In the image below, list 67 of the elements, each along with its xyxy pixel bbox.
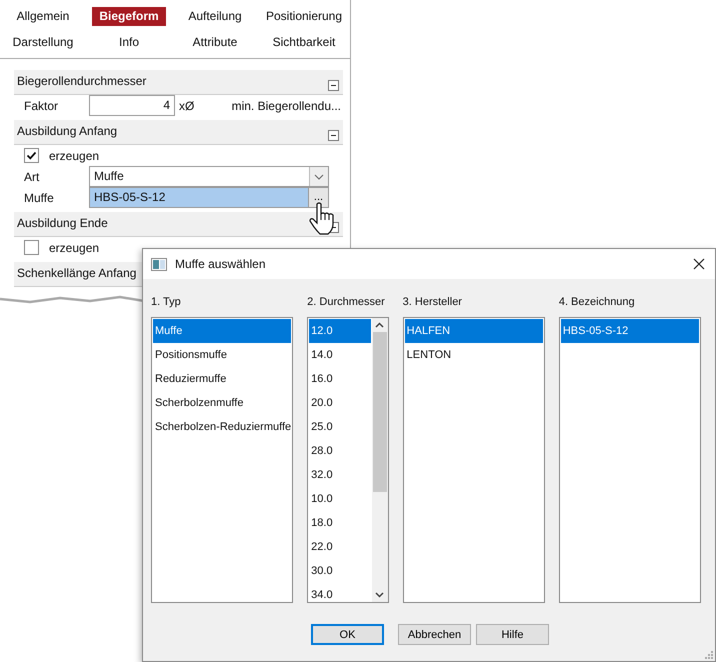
selected-value-field[interactable]: HBS-05-S-12: [89, 186, 309, 208]
list-item[interactable]: Reduziermuffe: [153, 367, 292, 391]
dialog-title: Muffe auswählen: [175, 257, 267, 271]
list-item[interactable]: 22.0: [309, 535, 371, 559]
list-item[interactable]: HBS-05-S-12: [560, 319, 699, 343]
section-title: Ausbildung Anfang: [17, 124, 118, 138]
list-item[interactable]: Scherbolzenmuffe: [153, 391, 292, 415]
list-item[interactable]: 12.0: [309, 319, 371, 343]
tab[interactable]: Darstellung: [6, 32, 80, 52]
section-header[interactable]: Ausbildung Anfang: [14, 120, 343, 145]
scroll-thumb[interactable]: [372, 332, 387, 492]
list-item[interactable]: 20.0: [309, 391, 371, 415]
list-item[interactable]: 34.0: [309, 583, 371, 602]
dialog-button[interactable]: Abbrechen: [398, 624, 471, 645]
list-item[interactable]: 30.0: [309, 559, 371, 583]
hint-text: min. Biegerollendu...: [232, 98, 342, 112]
dropdown[interactable]: Muffe: [89, 166, 329, 187]
section-title: Ausbildung Ende: [17, 216, 108, 230]
list-item[interactable]: 28.0: [309, 439, 371, 463]
checkbox-label: erzeugen: [49, 240, 100, 254]
dialog-button[interactable]: Hilfe: [476, 624, 549, 645]
column-heading: 2. Durchmesser: [307, 295, 386, 310]
number-field[interactable]: 4: [89, 95, 175, 116]
browse-button[interactable]: ...: [309, 186, 329, 208]
unit-label: xØ: [179, 98, 194, 112]
window-icon: [151, 258, 167, 270]
tab[interactable]: Aufteilung: [181, 7, 249, 26]
field-label: Muffe: [24, 190, 55, 204]
list-item[interactable]: HALFEN: [404, 319, 543, 343]
checkbox[interactable]: [24, 148, 39, 163]
list-item[interactable]: 32.0: [309, 463, 371, 487]
section-header[interactable]: Ausbildung Ende: [14, 212, 343, 237]
hand-cursor-icon: [309, 202, 335, 236]
tab[interactable]: Allgemein: [10, 7, 76, 26]
column-heading: 3. Hersteller: [402, 295, 463, 310]
tab[interactable]: Sichtbarkeit: [266, 32, 342, 52]
scroll-down-icon[interactable]: [375, 592, 384, 598]
list-item[interactable]: 14.0: [309, 343, 371, 367]
checkbox[interactable]: [24, 240, 39, 255]
scroll-up-icon[interactable]: [375, 322, 384, 328]
field-label: Faktor: [24, 98, 60, 112]
section-header[interactable]: Biegerollendurchmesser: [14, 70, 343, 95]
list-item[interactable]: Positionsmuffe: [153, 343, 292, 367]
tab[interactable]: Info: [112, 32, 146, 52]
close-icon[interactable]: [693, 258, 705, 270]
section-title: Schenkellänge Anfang: [17, 266, 136, 280]
tab[interactable]: Positionierung: [258, 7, 350, 26]
chevron-down-icon: [314, 174, 324, 180]
resize-grip-icon[interactable]: [703, 649, 713, 659]
section-title: Biegerollendurchmesser: [17, 74, 146, 88]
column-heading: 1. Typ: [151, 295, 182, 310]
scrollbar[interactable]: [372, 318, 388, 602]
collapse-icon[interactable]: [328, 80, 339, 91]
list-item[interactable]: Muffe: [153, 319, 292, 343]
list-item[interactable]: Scherbolzen-Reduziermuffe: [153, 415, 292, 439]
list-item[interactable]: 16.0: [309, 367, 371, 391]
tab[interactable]: Biegeform: [92, 7, 166, 26]
dialog-button[interactable]: OK: [311, 624, 384, 645]
collapse-icon[interactable]: [328, 130, 339, 141]
list-item[interactable]: LENTON: [404, 343, 543, 367]
list-item[interactable]: 10.0: [309, 487, 371, 511]
field-label: Art: [24, 170, 40, 184]
list-item[interactable]: 18.0: [309, 511, 371, 535]
tab[interactable]: Attribute: [186, 32, 244, 52]
checkbox-label: erzeugen: [49, 148, 100, 162]
list-item[interactable]: 25.0: [309, 415, 371, 439]
column-heading: 4. Bezeichnung: [558, 295, 636, 310]
